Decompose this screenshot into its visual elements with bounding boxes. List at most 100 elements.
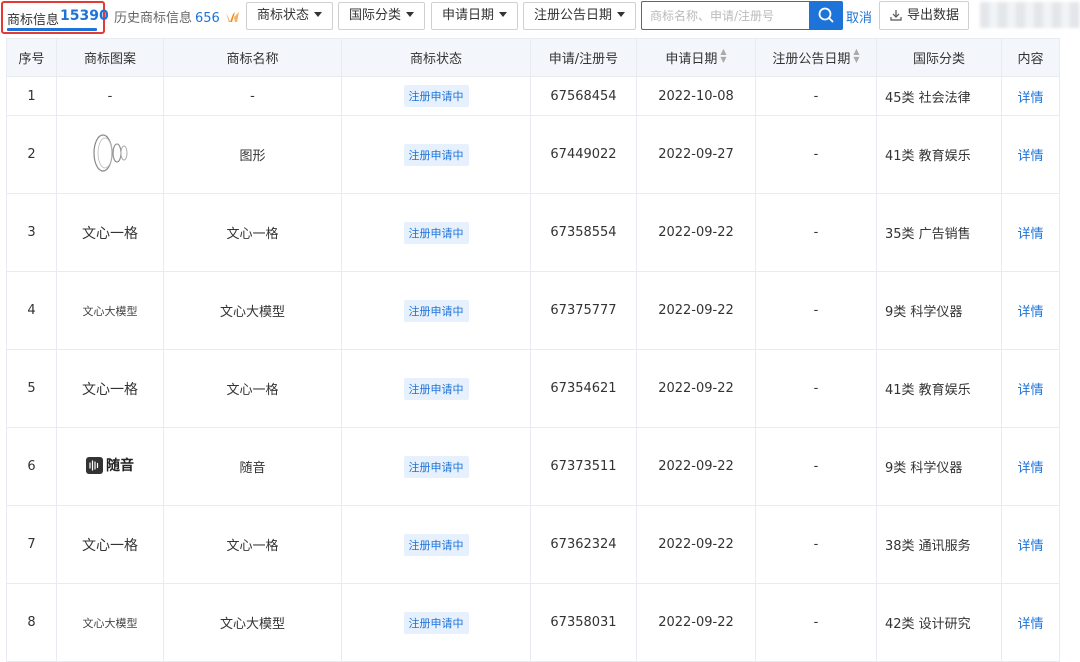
filter-trademark-status[interactable]: 商标状态 [246, 2, 334, 30]
chevron-down-icon [314, 12, 323, 17]
table-row: 7 文心一格 文心一格 注册申请中 67362324 2022-09-22 - … [6, 505, 1060, 584]
filter-apply-date[interactable]: 申请日期 [431, 2, 519, 30]
status-badge: 注册申请中 [403, 85, 469, 107]
col-index: 序号 [6, 38, 57, 77]
tab-active-indicator [7, 28, 97, 31]
cell-apply-date: 2022-09-22 [636, 271, 756, 350]
vip-icon [225, 12, 239, 22]
chevron-down-icon [406, 12, 415, 17]
detail-link[interactable]: 详情 [1017, 305, 1043, 320]
cell-announce-date: - [755, 76, 877, 116]
export-data-label: 导出数据 [907, 8, 960, 23]
detail-link[interactable]: 详情 [1017, 227, 1043, 242]
table-header-row: 序号 商标图案 商标名称 商标状态 申请/注册号 申请日期▲ ▼ 注册公告日期▲ ▼… [6, 38, 1060, 77]
cell-status: 注册申请中 [341, 76, 531, 116]
col-apply-date-label: 申请日期 [665, 52, 718, 67]
cell-reg-no: 67358554 [530, 193, 637, 272]
cell-reg-no: 67568454 [530, 76, 637, 116]
blurred-avatar [980, 2, 1080, 28]
cell-reg-no: 67354621 [530, 349, 637, 428]
cell-apply-date: 2022-09-22 [636, 583, 756, 662]
cell-image: 文心大模型 [56, 271, 164, 350]
cell-index: 6 [6, 427, 57, 506]
cell-index: 8 [6, 583, 57, 662]
detail-link[interactable]: 详情 [1017, 383, 1043, 398]
status-badge: 注册申请中 [403, 299, 469, 322]
trademark-image-text: 文心一格 [82, 537, 138, 554]
cell-status: 注册申请中 [341, 583, 531, 662]
cell-index: 2 [6, 115, 57, 194]
cell-image: 随音 [56, 427, 164, 506]
trademark-image-text: 文心大模型 [82, 304, 138, 318]
sound-wave-icon [86, 456, 103, 474]
cell-intl-class: 35类 广告销售 [876, 193, 1002, 272]
col-announce-date[interactable]: 注册公告日期▲ ▼ [755, 38, 877, 77]
cell-reg-no: 67362324 [530, 505, 637, 584]
table-row: 2 图形 注册申请中 67449022 2022-09-27 - 41类 教育娱… [6, 115, 1060, 194]
cell-name: 文心大模型 [163, 271, 342, 350]
cell-image: 文心一格 [56, 505, 164, 584]
cell-index: 7 [6, 505, 57, 584]
trademark-image-text: 文心大模型 [82, 616, 138, 630]
tab-history-label: 历史商标信息 [114, 11, 193, 26]
cell-announce-date: - [755, 349, 877, 428]
cell-intl-class: 42类 设计研究 [876, 583, 1002, 662]
trademark-image-text: 文心一格 [82, 225, 138, 242]
trademark-image-text: 文心一格 [82, 381, 138, 398]
cell-content: 详情 [1001, 193, 1060, 272]
cell-apply-date: 2022-09-22 [636, 427, 756, 506]
cell-status: 注册申请中 [341, 349, 531, 428]
cell-apply-date: 2022-09-27 [636, 115, 756, 194]
filter-announce-date-label: 注册公告日期 [534, 8, 613, 23]
detail-link[interactable]: 详情 [1017, 539, 1043, 554]
cell-apply-date: 2022-09-22 [636, 349, 756, 428]
cell-content: 详情 [1001, 505, 1060, 584]
detail-link[interactable]: 详情 [1017, 91, 1043, 106]
cell-announce-date: - [755, 115, 877, 194]
cell-intl-class: 45类 社会法律 [876, 76, 1002, 116]
cell-image: 文心一格 [56, 193, 164, 272]
tab-trademark-info-label: 商标信息 [7, 13, 60, 28]
cell-name: - [163, 76, 342, 116]
cell-apply-date: 2022-09-22 [636, 193, 756, 272]
search-button[interactable] [809, 1, 843, 30]
cancel-link[interactable]: 取消 [846, 7, 872, 26]
chevron-down-icon [499, 12, 508, 17]
cell-name: 随音 [163, 427, 342, 506]
col-status: 商标状态 [341, 38, 531, 77]
cell-apply-date: 2022-09-22 [636, 505, 756, 584]
status-badge: 注册申请中 [403, 455, 469, 478]
cell-content: 详情 [1001, 349, 1060, 428]
filter-trademark-status-label: 商标状态 [257, 8, 310, 23]
detail-link[interactable]: 详情 [1017, 149, 1043, 164]
col-intl-class: 国际分类 [876, 38, 1002, 77]
cell-intl-class: 38类 通讯服务 [876, 505, 1002, 584]
cell-name: 图形 [163, 115, 342, 194]
detail-link[interactable]: 详情 [1017, 617, 1043, 632]
col-reg-no: 申请/注册号 [530, 38, 637, 77]
table-row: 8 文心大模型 文心大模型 注册申请中 67358031 2022-09-22 … [6, 583, 1060, 662]
trademark-logo-shape [93, 133, 128, 172]
table-row: 6 随音 随音 注册申请中 67373511 2022-09-22 - 9类 科… [6, 427, 1060, 506]
cell-announce-date: - [755, 583, 877, 662]
detail-link[interactable]: 详情 [1017, 461, 1043, 476]
tab-history-trademark-info[interactable]: 历史商标信息 656 [114, 7, 240, 26]
cell-reg-no: 67373511 [530, 427, 637, 506]
tab-trademark-info-count: 15390 [60, 8, 109, 24]
cell-intl-class: 41类 教育娱乐 [876, 349, 1002, 428]
status-badge: 注册申请中 [403, 611, 469, 634]
export-data-button[interactable]: 导出数据 [879, 1, 969, 30]
cell-index: 5 [6, 349, 57, 428]
col-apply-date[interactable]: 申请日期▲ ▼ [636, 38, 756, 77]
filter-announce-date[interactable]: 注册公告日期 [523, 2, 637, 30]
cell-content: 详情 [1001, 271, 1060, 350]
cell-apply-date: 2022-10-08 [636, 76, 756, 116]
col-announce-date-label: 注册公告日期 [772, 52, 851, 67]
status-badge: 注册申请中 [403, 533, 469, 556]
filter-intl-class[interactable]: 国际分类 [338, 2, 426, 30]
tab-trademark-info[interactable]: 商标信息 15390 [1, 1, 109, 34]
cell-reg-no: 67358031 [530, 583, 637, 662]
search-input[interactable] [641, 1, 809, 30]
filter-apply-date-label: 申请日期 [442, 8, 495, 23]
trademark-image-text: 随音 [106, 458, 134, 475]
